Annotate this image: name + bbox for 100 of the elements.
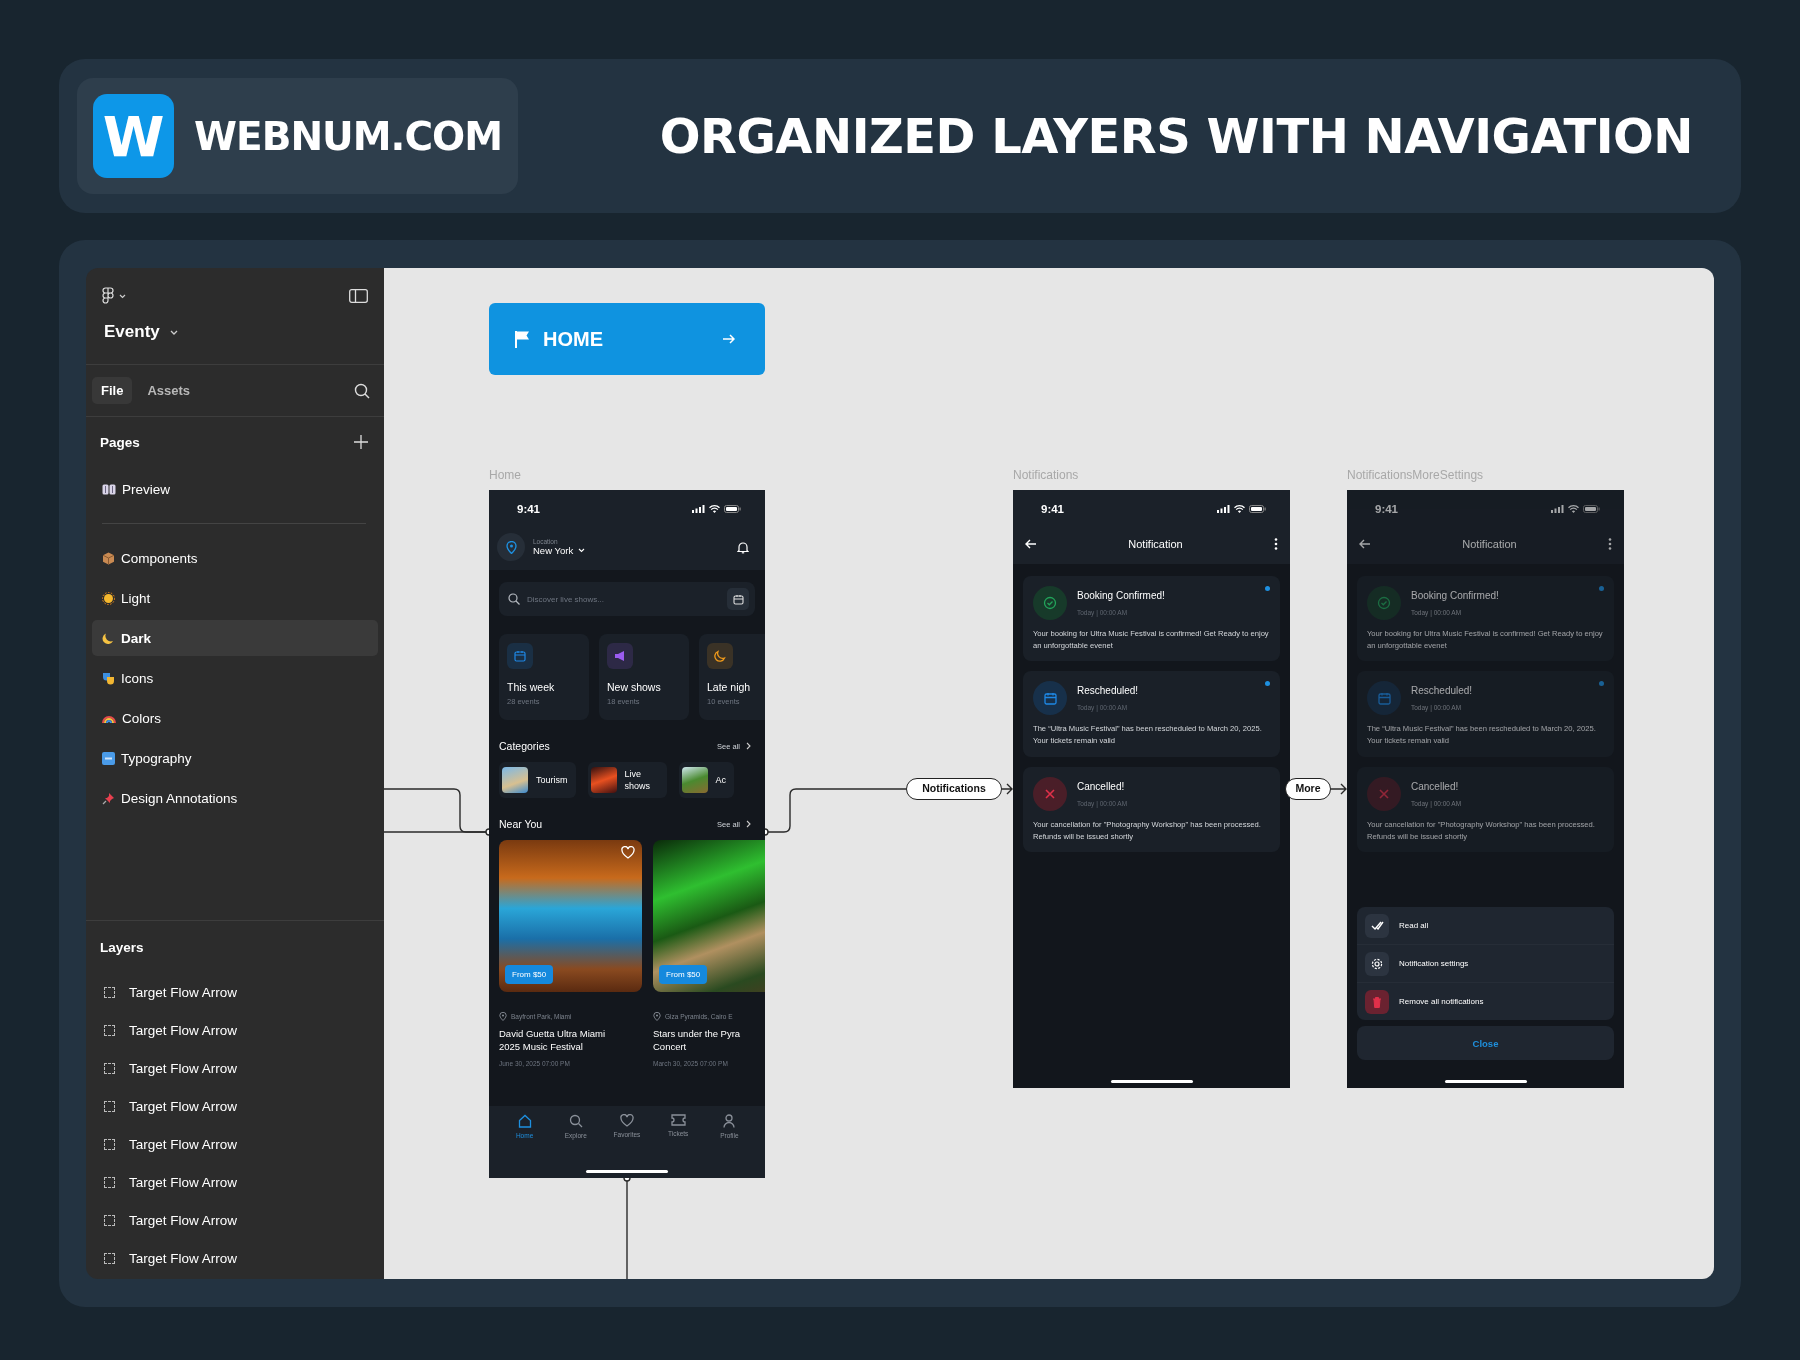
event-title[interactable]: David Guetta Ultra Miami 2025 Music Festival <box>499 1027 642 1054</box>
event-title[interactable]: Stars under the Pyra Concert <box>653 1027 765 1054</box>
sidebar-toggle-icon[interactable] <box>349 289 368 303</box>
chevron-icon[interactable] <box>119 293 126 299</box>
battery-icon <box>724 505 741 513</box>
chevron-icon <box>746 742 751 750</box>
person-icon[interactable] <box>723 1114 736 1128</box>
page-item[interactable]: Preview <box>92 471 378 507</box>
search-icon <box>508 593 520 605</box>
layer-item[interactable]: Target Flow Arrow <box>92 1201 378 1239</box>
photo-placeholder <box>502 767 528 793</box>
notification-title: Booking Confirmed! <box>1411 590 1499 601</box>
notification-title: Rescheduled! <box>1077 685 1139 697</box>
photo-placeholder <box>681 767 708 793</box>
battery-icon <box>1583 505 1600 513</box>
project-name[interactable]: Eventy <box>104 322 160 342</box>
connector-label[interactable]: More <box>1285 778 1331 800</box>
calendar-icon <box>1377 691 1391 705</box>
check-circle-icon <box>1043 596 1057 610</box>
plus-icon[interactable] <box>354 435 368 449</box>
more-icon[interactable] <box>1274 538 1278 550</box>
page-item[interactable]: Components <box>92 540 378 576</box>
category-chip[interactable]: Ac <box>678 762 735 798</box>
calendar-icon <box>514 650 526 662</box>
menu-item[interactable]: Read all <box>1357 907 1614 945</box>
ticket-icon[interactable] <box>670 1114 686 1126</box>
section-heading: Categories <box>499 740 550 752</box>
category-chip[interactable]: Tourism <box>499 762 576 798</box>
card-title: This week <box>507 681 556 693</box>
page-item[interactable]: Light <box>92 580 378 616</box>
location-pin-icon <box>499 1012 507 1021</box>
moon-icon <box>714 650 726 662</box>
category-chip[interactable]: Live shows <box>587 762 667 798</box>
close-button[interactable]: Close <box>1357 1026 1614 1060</box>
menu-item[interactable]: Remove all notifications <box>1357 983 1614 1020</box>
check-circle-icon <box>1377 596 1391 610</box>
flag-icon <box>515 330 531 348</box>
section-heading: Pages <box>100 434 140 450</box>
arrow-right-icon <box>723 334 735 344</box>
page-item[interactable]: Design Annotations <box>92 780 378 816</box>
back-arrow-icon[interactable] <box>1359 539 1371 549</box>
megaphone-icon <box>614 650 626 662</box>
search-icon[interactable] <box>354 382 370 399</box>
more-icon[interactable] <box>1608 538 1612 550</box>
text-tile-icon <box>102 751 115 765</box>
chevron-icon <box>578 548 586 553</box>
page-item[interactable]: Typography <box>92 740 378 776</box>
search-icon[interactable] <box>568 1114 583 1128</box>
layer-item[interactable]: Target Flow Arrow <box>92 1049 378 1087</box>
back-arrow-icon[interactable] <box>1025 539 1037 549</box>
screen-title: Notification <box>1462 538 1517 550</box>
layer-item[interactable]: Target Flow Arrow <box>92 973 378 1011</box>
layer-item[interactable]: Target Flow Arrow <box>92 1011 378 1049</box>
panel-tab[interactable]: Assets <box>138 377 200 404</box>
layer-item[interactable]: Target Flow Arrow <box>92 1125 378 1163</box>
notification-title: Rescheduled! <box>1411 685 1473 697</box>
layer-item[interactable]: Target Flow Arrow <box>92 1163 378 1201</box>
location-pin-icon <box>653 1012 661 1021</box>
status-time: 9:41 <box>517 503 541 515</box>
signal-icon <box>1551 505 1564 513</box>
price-tag: From $50 <box>659 965 708 984</box>
location-selector[interactable]: New York <box>533 545 729 556</box>
layer-item[interactable]: Target Flow Arrow <box>92 1239 378 1277</box>
price-tag: From $50 <box>505 965 554 984</box>
calendar-icon <box>1043 691 1057 705</box>
card-title: Late nigh <box>707 681 752 693</box>
heart-icon[interactable] <box>619 1114 634 1127</box>
layer-item[interactable]: Target Flow Arrow <box>92 1087 378 1125</box>
bell-icon[interactable] <box>737 540 749 554</box>
location-pin-icon <box>497 533 525 561</box>
logo-icon[interactable] <box>102 287 114 305</box>
page-item[interactable]: Colors <box>92 700 378 736</box>
box-icon <box>102 551 115 565</box>
wifi-icon <box>1234 505 1245 513</box>
photo-placeholder <box>590 767 617 793</box>
double-check-icon <box>1370 921 1384 930</box>
signal-icon <box>1217 505 1230 513</box>
calendar-button[interactable] <box>727 588 749 610</box>
page-item[interactable]: Icons <box>92 660 378 696</box>
chevron-icon[interactable] <box>169 329 178 335</box>
brand-name: WEBNUM.COM <box>194 113 502 159</box>
status-time: 9:41 <box>1041 503 1065 515</box>
moon-icon <box>102 631 115 645</box>
panel-tab[interactable]: File <box>92 377 133 404</box>
cross-icon <box>1044 787 1056 800</box>
home-icon[interactable] <box>517 1114 532 1128</box>
connector-arrow <box>1001 783 1013 795</box>
battery-icon <box>1249 505 1266 513</box>
page-item[interactable]: Dark <box>92 620 378 656</box>
screen-title: Notification <box>1128 538 1183 550</box>
wifi-icon <box>709 505 720 513</box>
brand-logo: W <box>93 94 175 178</box>
search-field[interactable]: Discover live shows... <box>499 582 755 616</box>
page-title: ORGANIZED LAYERS WITH NAVIGATION <box>659 108 1693 164</box>
section-heading: Layers <box>100 939 144 955</box>
sun-icon <box>102 591 115 605</box>
notification-title: Cancelled! <box>1077 780 1126 792</box>
menu-item[interactable]: Notification settings <box>1357 945 1614 983</box>
card-title: New shows <box>607 681 662 693</box>
connector-label[interactable]: Notifications <box>906 778 1002 800</box>
